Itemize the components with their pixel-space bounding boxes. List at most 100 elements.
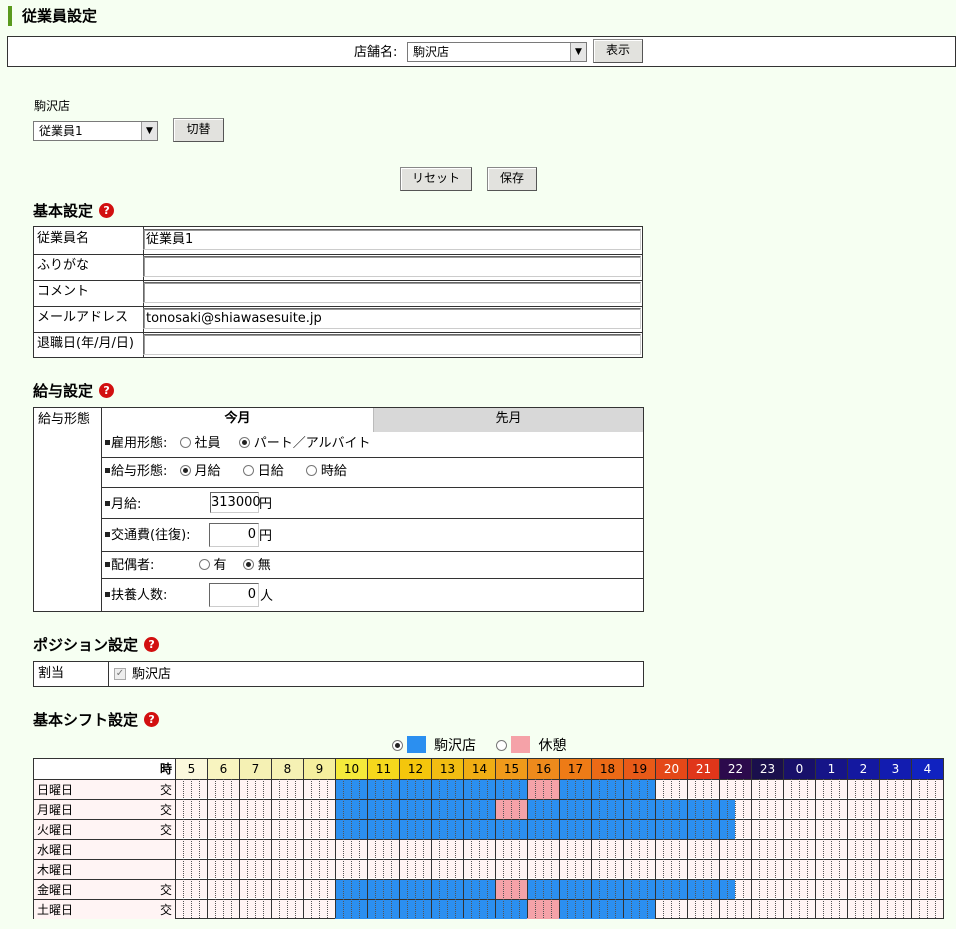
help-icon[interactable]: ? (144, 637, 160, 652)
hour-header-cell: 11 (367, 759, 399, 779)
transport-input[interactable]: 0 (209, 523, 259, 547)
field-label: 退職日(年/月/日) (37, 336, 134, 351)
monthly-pay-unit: 円 (259, 497, 273, 512)
radio-selected-icon (179, 465, 191, 476)
quarter-divider (183, 779, 184, 918)
hour-divider (303, 779, 304, 918)
field-label: ふりがな (37, 258, 90, 273)
quarter-divider (895, 779, 896, 918)
employment-option-part-time[interactable]: パート／アルバイト (238, 436, 371, 451)
help-icon[interactable]: ? (144, 712, 160, 727)
store-name-label: 駒沢店 (34, 99, 71, 113)
quarter-divider (551, 779, 552, 918)
bullet-icon (105, 501, 110, 506)
hour-divider (591, 779, 592, 918)
day-name: 日曜日 (37, 783, 74, 797)
field-input[interactable]: 従業員1 (143, 229, 641, 250)
field-input[interactable] (143, 282, 641, 303)
quarter-divider (775, 779, 776, 918)
store-select[interactable]: 駒沢店 ▼ (407, 42, 587, 62)
quarter-divider (599, 779, 600, 918)
quarter-divider (199, 779, 200, 918)
quarter-divider (863, 779, 864, 918)
quarter-divider (447, 779, 448, 918)
bullet-icon (105, 592, 110, 597)
quarter-divider (823, 779, 824, 918)
checkbox-checked-icon[interactable]: ✓ (114, 668, 126, 680)
hour-divider (207, 779, 208, 918)
pay-option-daily[interactable]: 日給 (242, 464, 284, 479)
quarter-divider (383, 779, 384, 918)
store-label: 店舗名: (354, 45, 398, 60)
hour-divider (847, 779, 848, 918)
quarter-divider (679, 779, 680, 918)
field-input[interactable] (143, 334, 641, 355)
help-icon[interactable]: ? (99, 383, 115, 398)
dependents-input[interactable]: 0 (209, 583, 259, 607)
column-divider (101, 408, 102, 611)
legend-swatch-break (511, 736, 531, 753)
legend-store[interactable]: 駒沢店 (392, 736, 476, 754)
quarter-divider (927, 779, 928, 918)
hour-divider (687, 779, 688, 918)
shift-day-label: 金曜日 交 (34, 879, 175, 899)
legend-break[interactable]: 休憩 (496, 736, 566, 754)
field-input[interactable]: tonosaki@shiawasesuite.jp (143, 308, 641, 329)
show-button[interactable]: 表示 (593, 39, 643, 63)
quarter-divider (223, 779, 224, 918)
quarter-divider (831, 779, 832, 918)
field-input[interactable] (143, 256, 641, 277)
bullet-icon (105, 562, 110, 567)
hour-header-cell: 3 (879, 759, 911, 779)
day-name: 火曜日 (37, 823, 74, 837)
hour-header-cell: 15 (495, 759, 527, 779)
switch-button[interactable]: 切替 (173, 118, 224, 142)
reset-button[interactable]: リセット (400, 167, 472, 191)
quarter-divider (479, 779, 480, 918)
hour-header-cell: 5 (175, 759, 207, 779)
hour-divider (239, 779, 240, 918)
quarter-divider (607, 779, 608, 918)
spouse-option-yes[interactable]: 有 (198, 558, 227, 573)
quarter-divider (231, 779, 232, 918)
row-divider (102, 518, 643, 519)
hour-header-cell: 0 (783, 759, 815, 779)
quarter-divider (415, 779, 416, 918)
hour-divider (815, 779, 816, 918)
spouse-option-no[interactable]: 無 (242, 558, 271, 573)
quarter-divider (487, 779, 488, 918)
employment-option-staff[interactable]: 社員 (179, 436, 221, 451)
row-divider (102, 487, 643, 488)
hour-divider (559, 779, 560, 918)
radio-selected-icon (238, 437, 250, 448)
shift-day-label: 水曜日 (34, 839, 175, 859)
pay-option-hourly[interactable]: 時給 (305, 464, 347, 479)
row-divider (102, 551, 643, 552)
day-name: 水曜日 (37, 843, 74, 857)
tab-current-month[interactable]: 今月 (102, 408, 373, 432)
quarter-divider (279, 779, 280, 918)
save-button[interactable]: 保存 (487, 167, 537, 191)
hour-header-cell: 8 (271, 759, 303, 779)
hour-header-cell: 7 (239, 759, 271, 779)
basic-settings-title: 基本設定? (33, 201, 115, 221)
salary-row-label: 給与形態 (38, 412, 91, 427)
tab-previous-month[interactable]: 先月 (373, 408, 643, 432)
column-divider (108, 662, 109, 686)
employee-select[interactable]: 従業員1 ▼ (33, 121, 158, 141)
pay-type-row: 給与形態: 月給 日給 時給 (105, 464, 347, 480)
quarter-divider (583, 779, 584, 918)
quarter-divider (727, 779, 728, 918)
monthly-pay-input[interactable]: 313000 (210, 492, 261, 513)
pay-option-monthly[interactable]: 月給 (179, 464, 221, 479)
radio-icon (305, 465, 317, 476)
hour-divider (335, 779, 336, 918)
hour-divider (719, 779, 720, 918)
dependents-unit: 人 (260, 589, 274, 604)
quarter-divider (887, 779, 888, 918)
quarter-divider (215, 779, 216, 918)
help-icon[interactable]: ? (99, 203, 115, 218)
radio-icon (198, 559, 210, 570)
quarter-divider (743, 779, 744, 918)
hour-header-cell: 6 (207, 759, 239, 779)
